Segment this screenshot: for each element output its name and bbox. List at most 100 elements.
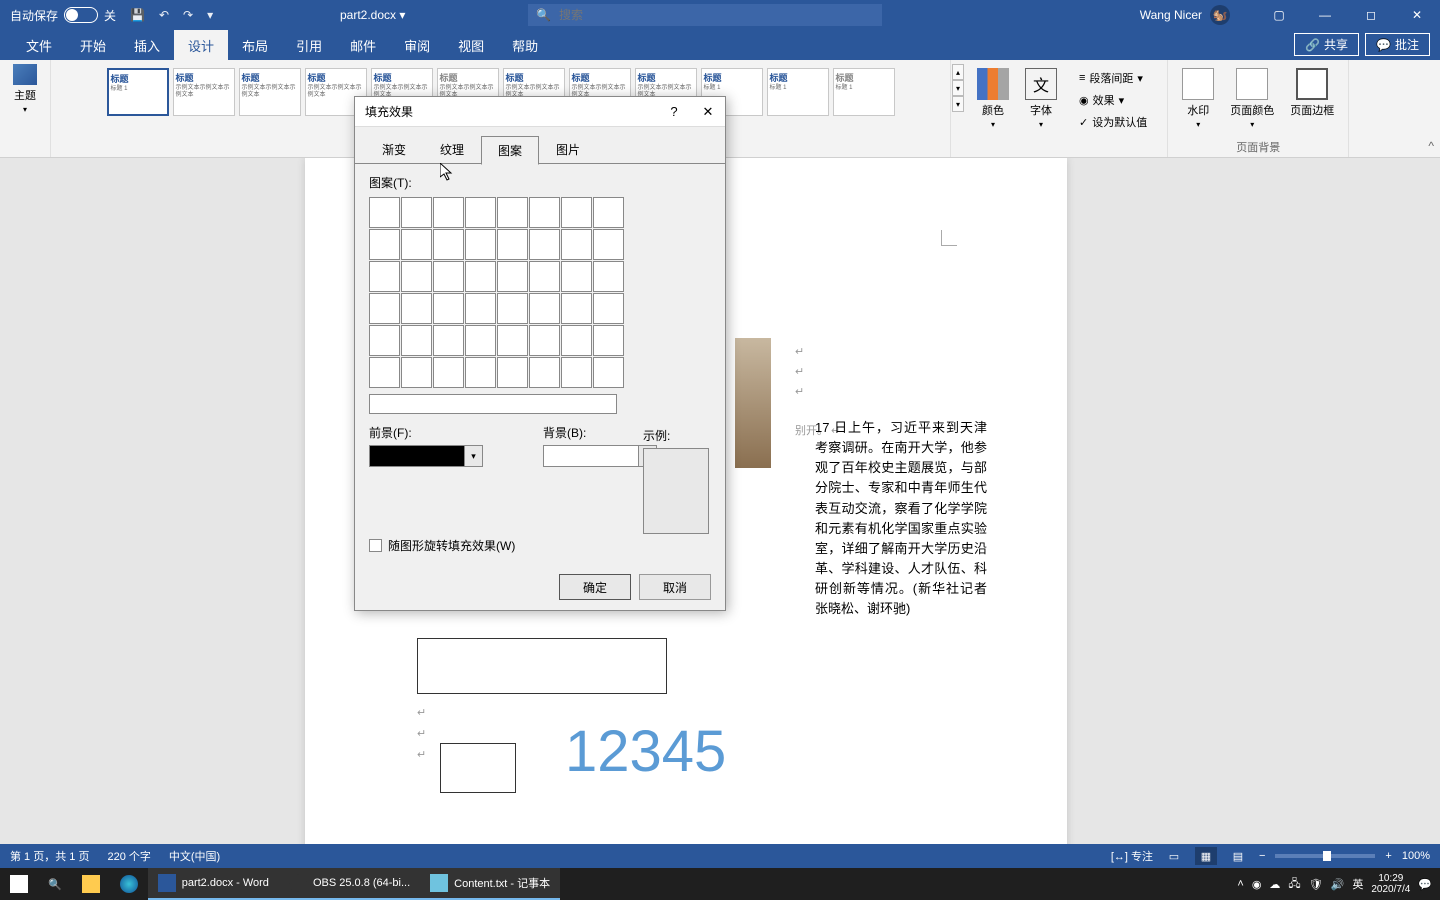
pattern-swatch[interactable] — [497, 325, 528, 356]
pattern-swatch[interactable] — [433, 229, 464, 260]
obs-task-button[interactable]: OBS 25.0.8 (64-bi... — [279, 868, 420, 900]
ime-indicator[interactable]: 英 — [1352, 876, 1363, 892]
pattern-swatch[interactable] — [401, 357, 432, 388]
tab-insert[interactable]: 插入 — [120, 30, 174, 60]
pattern-swatch[interactable] — [529, 357, 560, 388]
pattern-swatch[interactable] — [369, 325, 400, 356]
start-button[interactable] — [0, 868, 38, 900]
edge-button[interactable] — [110, 868, 148, 900]
tab-home[interactable]: 开始 — [66, 30, 120, 60]
tab-pattern[interactable]: 图案 — [481, 136, 539, 165]
rotate-with-shape-checkbox[interactable]: 随图形旋转填充效果(W) — [369, 537, 711, 554]
pattern-swatch[interactable] — [529, 293, 560, 324]
shape-rectangle[interactable] — [417, 638, 667, 694]
background-color-picker[interactable]: ▾ — [543, 445, 657, 467]
pattern-swatch[interactable] — [561, 229, 592, 260]
style-set-item[interactable]: 标题标题 1 — [767, 68, 829, 116]
focus-mode[interactable]: [↔] 专注 — [1111, 848, 1153, 864]
gallery-more-icon[interactable]: ▾ — [952, 96, 964, 112]
pattern-swatch[interactable] — [433, 197, 464, 228]
page-color-button[interactable]: 页面颜色▾ — [1224, 64, 1280, 133]
checkbox-icon[interactable] — [369, 539, 382, 552]
print-layout-icon[interactable]: ▦ — [1195, 847, 1217, 865]
effects-button[interactable]: ◉ 效果 ▾ — [1079, 90, 1147, 110]
volume-icon[interactable]: 🔊 — [1331, 878, 1345, 891]
pattern-swatch[interactable] — [465, 357, 496, 388]
tab-gradient[interactable]: 渐变 — [365, 135, 423, 164]
tab-texture[interactable]: 纹理 — [423, 135, 481, 164]
pattern-swatch[interactable] — [529, 261, 560, 292]
pattern-swatch[interactable] — [369, 357, 400, 388]
dialog-close-icon[interactable]: ✕ — [695, 104, 721, 120]
watermark-button[interactable]: 水印▾ — [1176, 64, 1220, 133]
collapse-ribbon-icon[interactable]: ^ — [1428, 139, 1434, 153]
pattern-swatch[interactable] — [369, 261, 400, 292]
pattern-swatch[interactable] — [369, 197, 400, 228]
pattern-swatch[interactable] — [465, 229, 496, 260]
pattern-swatch[interactable] — [401, 197, 432, 228]
tab-review[interactable]: 审阅 — [390, 30, 444, 60]
dialog-titlebar[interactable]: 填充效果 ? ✕ — [355, 97, 725, 127]
gallery-scroll-down-icon[interactable]: ▾ — [952, 80, 964, 96]
paragraph-spacing-button[interactable]: ≡ 段落间距 ▾ — [1079, 68, 1147, 88]
set-default-button[interactable]: ✓ 设为默认值 — [1079, 112, 1147, 132]
pattern-swatch[interactable] — [593, 357, 624, 388]
pattern-swatch[interactable] — [497, 357, 528, 388]
pattern-swatch[interactable] — [401, 293, 432, 324]
pattern-swatch[interactable] — [465, 293, 496, 324]
shape-rectangle-small[interactable] — [440, 743, 516, 793]
minimize-icon[interactable]: — — [1302, 0, 1348, 30]
page-info[interactable]: 第 1 页，共 1 页 — [10, 848, 89, 864]
pattern-swatch[interactable] — [593, 197, 624, 228]
tray-app-icon[interactable]: ◉ — [1252, 878, 1262, 891]
tab-help[interactable]: 帮助 — [498, 30, 552, 60]
inline-image[interactable] — [735, 338, 771, 468]
search-input[interactable] — [559, 8, 874, 22]
comments-button[interactable]: 💬 批注 — [1365, 33, 1430, 56]
pattern-swatch[interactable] — [433, 261, 464, 292]
wordart-text[interactable]: 12345 — [565, 718, 726, 785]
redo-icon[interactable]: ↷ — [183, 8, 193, 22]
language-status[interactable]: 中文(中国) — [169, 848, 220, 864]
pattern-swatch[interactable] — [561, 293, 592, 324]
pattern-swatch[interactable] — [369, 229, 400, 260]
pattern-swatch[interactable] — [433, 357, 464, 388]
chevron-down-icon[interactable]: ▾ — [464, 446, 482, 466]
zoom-slider[interactable] — [1275, 854, 1375, 858]
web-layout-icon[interactable]: ▤ — [1227, 847, 1249, 865]
gallery-scroll-up-icon[interactable]: ▴ — [952, 64, 964, 80]
pattern-swatch[interactable] — [529, 325, 560, 356]
pattern-swatch[interactable] — [401, 229, 432, 260]
body-text[interactable]: 17 日上午，习近平来到天津考察调研。在南开大学，他参观了百年校史主题展览，与部… — [815, 418, 987, 619]
tab-mailings[interactable]: 邮件 — [336, 30, 390, 60]
ribbon-display-icon[interactable]: ▢ — [1256, 0, 1302, 30]
style-set-item[interactable]: 标题标题 1 — [107, 68, 169, 116]
cancel-button[interactable]: 取消 — [639, 574, 711, 600]
colors-button[interactable]: 颜色▾ — [971, 64, 1015, 133]
pattern-swatch[interactable] — [401, 325, 432, 356]
tab-layout[interactable]: 布局 — [228, 30, 282, 60]
pattern-swatch[interactable] — [369, 293, 400, 324]
dialog-help-icon[interactable]: ? — [661, 104, 687, 120]
pattern-swatch[interactable] — [433, 325, 464, 356]
search-box[interactable]: 🔍 — [528, 4, 882, 26]
tray-overflow-icon[interactable]: ˄ — [1237, 878, 1243, 890]
pattern-swatch[interactable] — [561, 261, 592, 292]
pattern-swatch[interactable] — [561, 325, 592, 356]
pattern-swatch[interactable] — [401, 261, 432, 292]
qat-more-icon[interactable]: ▾ — [207, 8, 213, 22]
undo-icon[interactable]: ↶ — [159, 8, 169, 22]
tab-view[interactable]: 视图 — [444, 30, 498, 60]
close-icon[interactable]: ✕ — [1394, 0, 1440, 30]
file-explorer-button[interactable] — [72, 868, 110, 900]
style-set-item[interactable]: 标题示例文本示例文本示例文本 — [173, 68, 235, 116]
tab-design[interactable]: 设计 — [174, 30, 228, 60]
pattern-swatch[interactable] — [561, 357, 592, 388]
pattern-swatch[interactable] — [593, 293, 624, 324]
pattern-swatch[interactable] — [497, 293, 528, 324]
pattern-swatch[interactable] — [497, 229, 528, 260]
tab-file[interactable]: 文件 — [12, 30, 66, 60]
foreground-color-picker[interactable]: ▾ — [369, 445, 483, 467]
notepad-task-button[interactable]: Content.txt - 记事本 — [420, 868, 560, 900]
pattern-swatch[interactable] — [465, 197, 496, 228]
